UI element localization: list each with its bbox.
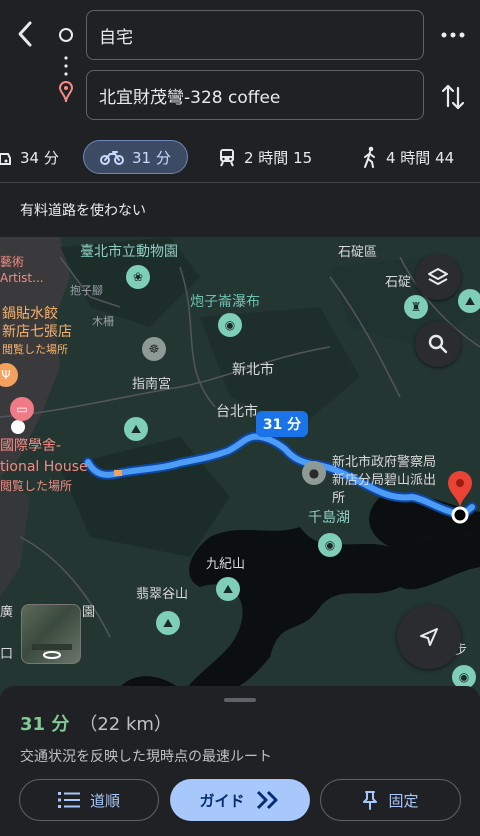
map-label-falls: 炮子崙瀑布 bbox=[190, 294, 260, 310]
map-label-art: 藝術 bbox=[0, 255, 25, 269]
temple-poi-icon[interactable]: ☸ bbox=[142, 337, 166, 361]
zoo-paw-icon[interactable]: ❀ bbox=[126, 265, 150, 289]
directions-panel: 自宅 北宜財茂彎-328 coffee 34 分 31 分 2 時間 15 4 … bbox=[0, 0, 480, 237]
hiking-poi-icon[interactable]: ⛰ bbox=[458, 289, 480, 313]
location-pin-icon[interactable]: ● bbox=[302, 461, 326, 485]
layers-icon bbox=[428, 268, 448, 285]
map-label-police1: 新北市政府警察局 bbox=[332, 455, 437, 470]
map-view[interactable]: 臺北市立動物園 石碇區 石碇 藝術 Artist... 抱子腳 木柵 鍋貼水餃 … bbox=[0, 237, 480, 697]
search-button[interactable] bbox=[415, 321, 461, 367]
destination-pin-icon bbox=[58, 81, 74, 103]
origin-circle-icon bbox=[59, 28, 73, 42]
map-label-newtaipei: 新北市 bbox=[232, 362, 274, 378]
route-distance: （22 km） bbox=[79, 714, 172, 735]
map-label-kou: 口 bbox=[0, 647, 14, 662]
route-duration: 31 分 bbox=[20, 714, 70, 735]
route-time-badge[interactable]: 31 分 bbox=[256, 411, 308, 437]
tab-motorcycle[interactable]: 31 分 bbox=[83, 140, 188, 174]
double-chevron-right-icon bbox=[256, 790, 277, 810]
route-indicator bbox=[56, 26, 76, 106]
list-icon bbox=[57, 792, 80, 808]
map-label-baozi: 抱子腳 bbox=[70, 284, 103, 297]
map-label-intl1: 國際學舍- bbox=[0, 438, 62, 454]
tower-poi-icon[interactable]: ♜ bbox=[404, 295, 428, 319]
tab-car[interactable]: 34 分 bbox=[0, 140, 59, 174]
travel-mode-tabs: 34 分 31 分 2 時間 15 4 時間 44 bbox=[0, 136, 480, 178]
motorcycle-icon bbox=[100, 151, 124, 165]
map-label-dumpling1: 鍋貼水餃 bbox=[2, 306, 58, 322]
walk-icon bbox=[364, 146, 375, 168]
divider bbox=[0, 182, 480, 183]
swap-button[interactable] bbox=[438, 80, 468, 114]
avoid-tolls-option[interactable]: 有料道路を使わない bbox=[20, 200, 146, 220]
navigation-arrow-icon bbox=[420, 628, 438, 646]
map-label-intl2: tional House bbox=[0, 459, 88, 475]
street-view-thumbnail[interactable] bbox=[21, 604, 81, 664]
route-note: 交通状況を反映した現時点の最速ルート bbox=[20, 749, 272, 765]
back-arrow-icon bbox=[18, 21, 32, 47]
tab-walk-label: 4 時間 44 bbox=[386, 148, 455, 167]
camera-poi-icon[interactable]: ◉ bbox=[318, 533, 342, 557]
map-label-zoo: 臺北市立動物園 bbox=[80, 244, 178, 260]
map-label-mu: 木柵 bbox=[92, 315, 114, 328]
back-button[interactable] bbox=[12, 18, 40, 50]
map-label-police3: 所 bbox=[332, 491, 346, 506]
tab-motorcycle-label: 31 分 bbox=[132, 148, 171, 167]
map-label-qiandao: 千島湖 bbox=[308, 510, 350, 526]
map-label-visited1: 閲覧した場所 bbox=[2, 343, 68, 356]
destination-field[interactable]: 北宜財茂彎-328 coffee bbox=[86, 70, 424, 120]
drag-handle[interactable] bbox=[224, 698, 256, 702]
car-icon bbox=[0, 153, 11, 165]
map-label-visited2: 閲覧した場所 bbox=[0, 479, 73, 493]
layers-button[interactable] bbox=[415, 254, 461, 300]
route-summary-sheet: 31 分 （22 km） 交通状況を反映した現時点の最速ルート 道順 ガイド 固定 bbox=[0, 686, 480, 836]
map-label-police2: 新店分局碧山派出 bbox=[332, 473, 437, 488]
search-icon bbox=[428, 334, 448, 354]
origin-dot bbox=[11, 420, 25, 434]
map-label-feicui: 翡翠谷山 bbox=[136, 587, 189, 602]
pin-icon bbox=[363, 791, 378, 810]
hiking-poi-icon[interactable]: ⛰ bbox=[124, 417, 148, 441]
route-eta: 31 分 （22 km） bbox=[20, 710, 172, 736]
hiking-poi-icon[interactable]: ⛰ bbox=[156, 611, 180, 635]
more-dots-icon bbox=[441, 32, 465, 38]
guide-label: ガイド bbox=[199, 791, 245, 810]
tab-transit[interactable]: 2 時間 15 bbox=[218, 140, 312, 174]
pin-button[interactable]: 固定 bbox=[320, 779, 461, 821]
swap-arrows-icon bbox=[441, 84, 465, 110]
map-label-shiding: 石碇區 bbox=[338, 245, 378, 260]
my-location-button[interactable] bbox=[397, 605, 461, 669]
more-options-button[interactable] bbox=[438, 22, 468, 48]
tab-car-label: 34 分 bbox=[20, 148, 59, 167]
hiking-poi-icon[interactable]: ⛰ bbox=[216, 577, 240, 601]
map-label-shiding2: 石碇 bbox=[385, 275, 412, 290]
map-label-artist: Artist... bbox=[0, 271, 44, 285]
tab-transit-label: 2 時間 15 bbox=[244, 148, 313, 167]
guide-button[interactable]: ガイド bbox=[170, 779, 310, 821]
steps-label: 道順 bbox=[89, 791, 120, 810]
map-label-guang: 廣 bbox=[0, 605, 14, 620]
map-label-taipei: 台北市 bbox=[216, 404, 258, 420]
transit-icon bbox=[220, 149, 234, 167]
map-label-zhinan: 指南宮 bbox=[132, 377, 172, 392]
hotel-poi-icon[interactable]: ▭ bbox=[10, 397, 34, 421]
origin-field[interactable]: 自宅 bbox=[86, 10, 424, 60]
tab-walk[interactable]: 4 時間 44 bbox=[362, 140, 454, 174]
map-label-jiuji: 九紀山 bbox=[206, 557, 246, 572]
steps-button[interactable]: 道順 bbox=[19, 779, 159, 821]
pin-label: 固定 bbox=[388, 791, 419, 810]
map-label-dumpling2: 新店七張店 bbox=[2, 324, 72, 340]
camera-poi-icon[interactable]: ◉ bbox=[218, 313, 242, 337]
street-view-rotate-icon bbox=[32, 644, 72, 659]
map-label-park: 園 bbox=[82, 605, 96, 620]
